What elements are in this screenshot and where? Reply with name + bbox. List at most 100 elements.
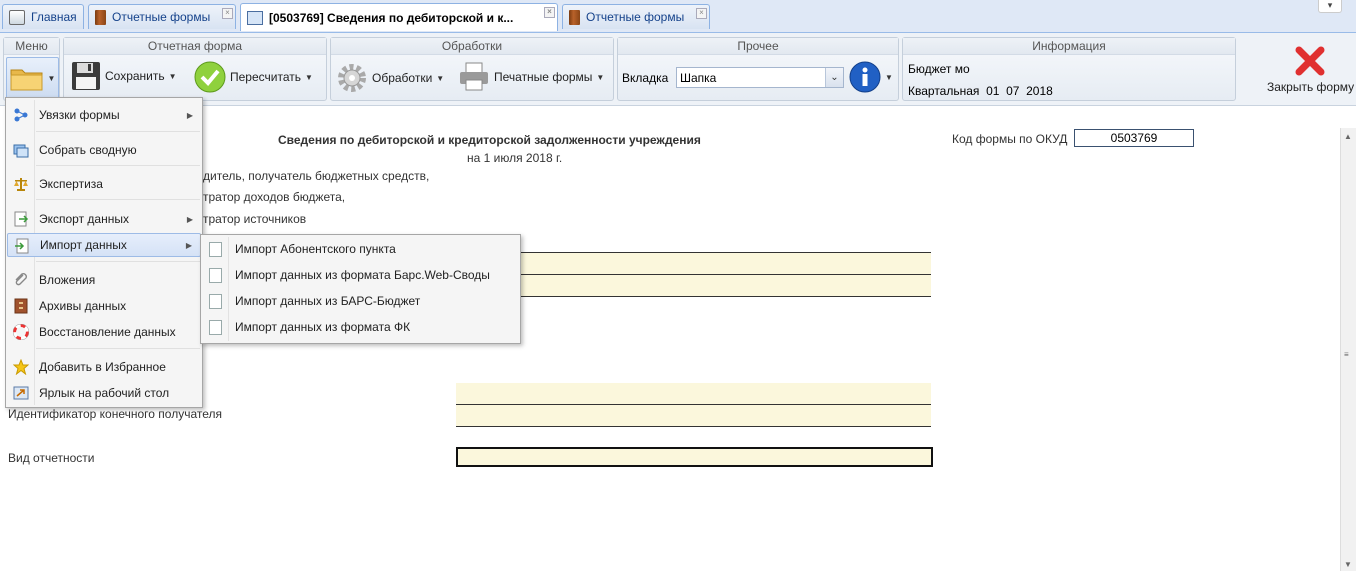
tab-home[interactable]: Главная — [2, 4, 84, 29]
tab-select-label: Вкладка — [622, 71, 669, 85]
chevron-down-icon: ▼ — [596, 72, 605, 82]
menu-item-label: Архивы данных — [39, 299, 127, 313]
report-type-label: Вид отчетности — [8, 451, 95, 465]
menu-item-label: Восстановление данных — [39, 325, 176, 339]
submenu-item-import-subscriber-point[interactable]: Импорт Абонентского пункта — [202, 237, 518, 261]
final-recipient-field[interactable] — [456, 405, 931, 427]
menu-separator — [36, 199, 200, 200]
menu-item-desktop-shortcut[interactable]: Ярлык на рабочий стол — [7, 381, 201, 405]
chevron-down-icon[interactable]: ⌄ — [825, 68, 843, 87]
tab-list-chevron-icon[interactable]: ▾ — [1318, 0, 1342, 13]
information-group-title: Информация — [903, 38, 1235, 55]
menu-item-restore-data[interactable]: Восстановление данных — [7, 320, 201, 344]
report-form-group-title: Отчетная форма — [64, 38, 326, 55]
tab-label: [0503769] Сведения по дебиторской и к... — [269, 10, 514, 25]
submenu-item-import-bars-budget[interactable]: Импорт данных из БАРС-Бюджет — [202, 289, 518, 313]
import-submenu: Импорт Абонентского пункта Импорт данных… — [200, 234, 521, 344]
vertical-scrollbar[interactable]: ▲ ≡ ▼ — [1340, 128, 1356, 571]
close-tab-icon[interactable]: × — [222, 8, 233, 19]
input-field[interactable] — [456, 253, 931, 275]
submenu-item-import-bars-web[interactable]: Импорт данных из формата Барс.Web-Своды — [202, 263, 518, 287]
menu-item-label: Ярлык на рабочий стол — [39, 386, 170, 400]
menu-item-data-archives[interactable]: Архивы данных — [7, 294, 201, 318]
menu-item-build-consolidated[interactable]: Собрать сводную — [7, 138, 201, 162]
close-form-button[interactable]: Закрыть форму — [1266, 43, 1356, 98]
processing-label: Обработки — [372, 71, 433, 85]
submenu-item-import-fk[interactable]: Импорт данных из формата ФК — [202, 315, 518, 339]
menu-item-label: Собрать сводную — [39, 143, 137, 157]
save-label: Сохранить — [105, 69, 165, 83]
okud-code-field[interactable]: 0503769 — [1074, 129, 1194, 147]
menu-item-expertise[interactable]: Экспертиза — [7, 172, 201, 196]
menu-button[interactable]: ▼ — [6, 57, 59, 99]
star-icon — [13, 359, 29, 375]
tab-select-value: Шапка — [680, 71, 717, 85]
submenu-arrow-icon: ▶ — [185, 240, 192, 250]
import-icon — [209, 320, 222, 335]
scroll-thumb-icon[interactable]: ≡ — [1344, 350, 1349, 359]
menu-item-label: Увязки формы — [39, 108, 120, 122]
close-tab-icon[interactable]: × — [696, 8, 707, 19]
close-tab-icon[interactable]: × — [544, 7, 555, 18]
budget-info: Бюджет мо — [908, 62, 970, 76]
submenu-item-label: Импорт Абонентского пункта — [235, 242, 396, 256]
save-button[interactable]: Сохранить ▼ — [71, 61, 177, 91]
tab-bar: Главная Отчетные формы × [0503769] Сведе… — [0, 0, 1356, 33]
chevron-down-icon: ▼ — [47, 73, 56, 83]
info-button[interactable]: ▼ — [849, 61, 893, 93]
scroll-up-icon[interactable]: ▲ — [1344, 132, 1352, 141]
home-icon — [9, 9, 25, 25]
submenu-item-label: Импорт данных из формата ФК — [235, 320, 411, 334]
export-icon — [14, 211, 29, 227]
document-subtitle: на 1 июля 2018 г. — [467, 151, 563, 165]
menu-separator — [36, 348, 200, 349]
menu-item-label: Импорт данных — [40, 238, 127, 252]
scales-icon — [14, 178, 28, 191]
tab-report-forms-1[interactable]: Отчетные формы × — [88, 4, 236, 29]
close-form-label: Закрыть форму — [1267, 80, 1355, 94]
other-group: Прочее Вкладка Шапка ⌄ ▼ — [617, 37, 899, 101]
processing-group: Обработки Обработки ▼ Печатные формы ▼ — [330, 37, 614, 101]
folder-icon — [10, 69, 43, 91]
tab-form-0503769[interactable]: [0503769] Сведения по дебиторской и к...… — [240, 3, 558, 31]
menu-item-add-favorites[interactable]: Добавить в Избранное — [7, 355, 201, 379]
scroll-down-icon[interactable]: ▼ — [1344, 560, 1352, 569]
links-icon — [14, 108, 28, 122]
document-title: Сведения по дебиторской и кредиторской з… — [278, 133, 701, 147]
book-icon — [569, 9, 580, 25]
consolidate-icon — [13, 144, 29, 158]
report-type-field[interactable] — [456, 447, 933, 467]
printer-icon — [460, 62, 488, 91]
menu-item-attachments[interactable]: Вложения — [7, 268, 201, 292]
floppy-disk-icon — [72, 62, 100, 90]
menu-item-form-links[interactable]: Увязки формы ▶ — [7, 103, 201, 127]
menu-group: Меню ▼ — [3, 37, 60, 101]
import-icon — [209, 268, 222, 283]
gear-icon — [338, 64, 366, 92]
input-field[interactable] — [456, 383, 931, 405]
import-icon — [209, 242, 222, 257]
processing-button[interactable]: Обработки ▼ — [336, 62, 444, 94]
submenu-item-label: Импорт данных из формата Барс.Web-Своды — [235, 268, 490, 282]
input-field[interactable] — [456, 275, 931, 297]
menu-item-label: Вложения — [39, 273, 96, 287]
print-forms-button[interactable]: Печатные формы ▼ — [458, 62, 604, 92]
tab-label: Главная — [31, 10, 77, 24]
archive-icon — [14, 298, 28, 314]
form-label: тратор источников — [203, 212, 307, 226]
tab-report-forms-2[interactable]: Отчетные формы × — [562, 4, 710, 29]
tab-select[interactable]: Шапка ⌄ — [676, 67, 844, 88]
close-icon — [1295, 46, 1325, 76]
recalculate-button[interactable]: Пересчитать ▼ — [194, 61, 313, 93]
main-menu: Увязки формы ▶ Собрать сводную Экспертиз… — [5, 97, 203, 408]
menu-item-export-data[interactable]: Экспорт данных ▶ — [7, 207, 201, 231]
chevron-down-icon: ▼ — [436, 73, 445, 83]
recalculate-label: Пересчитать — [230, 70, 301, 84]
menu-separator — [36, 131, 200, 132]
submenu-arrow-icon: ▶ — [186, 214, 193, 224]
tab-label: Отчетные формы — [112, 10, 211, 24]
submenu-arrow-icon: ▶ — [186, 110, 193, 120]
menu-item-label: Экспертиза — [39, 177, 103, 191]
period-info: Квартальная 01 07 2018 — [908, 84, 1053, 98]
menu-item-import-data[interactable]: Импорт данных ▶ — [7, 233, 201, 257]
